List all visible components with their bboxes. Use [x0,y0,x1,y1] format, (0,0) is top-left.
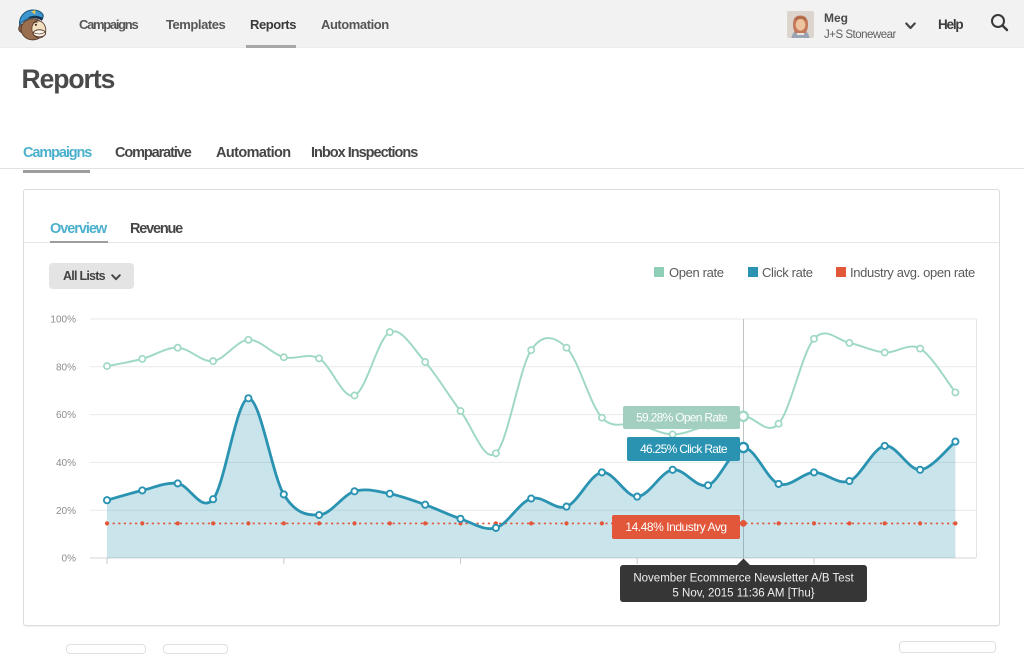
svg-text:20%: 20% [56,506,76,517]
svg-text:59.28% Open Rate: 59.28% Open Rate [636,411,728,425]
svg-text:60%: 60% [56,410,76,421]
svg-text:80%: 80% [56,362,76,373]
svg-text:14.48% Industry Avg: 14.48% Industry Avg [625,520,726,534]
svg-text:46.25% Click Rate: 46.25% Click Rate [640,442,728,456]
svg-text:5 Nov, 2015 11:36 AM [Thu}: 5 Nov, 2015 11:36 AM [Thu} [672,588,814,600]
svg-text:0%: 0% [62,554,77,565]
svg-text:40%: 40% [56,458,76,469]
svg-text:November Ecommerce Newsletter: November Ecommerce Newsletter A/B Test [633,573,854,585]
svg-text:100%: 100% [50,315,76,326]
